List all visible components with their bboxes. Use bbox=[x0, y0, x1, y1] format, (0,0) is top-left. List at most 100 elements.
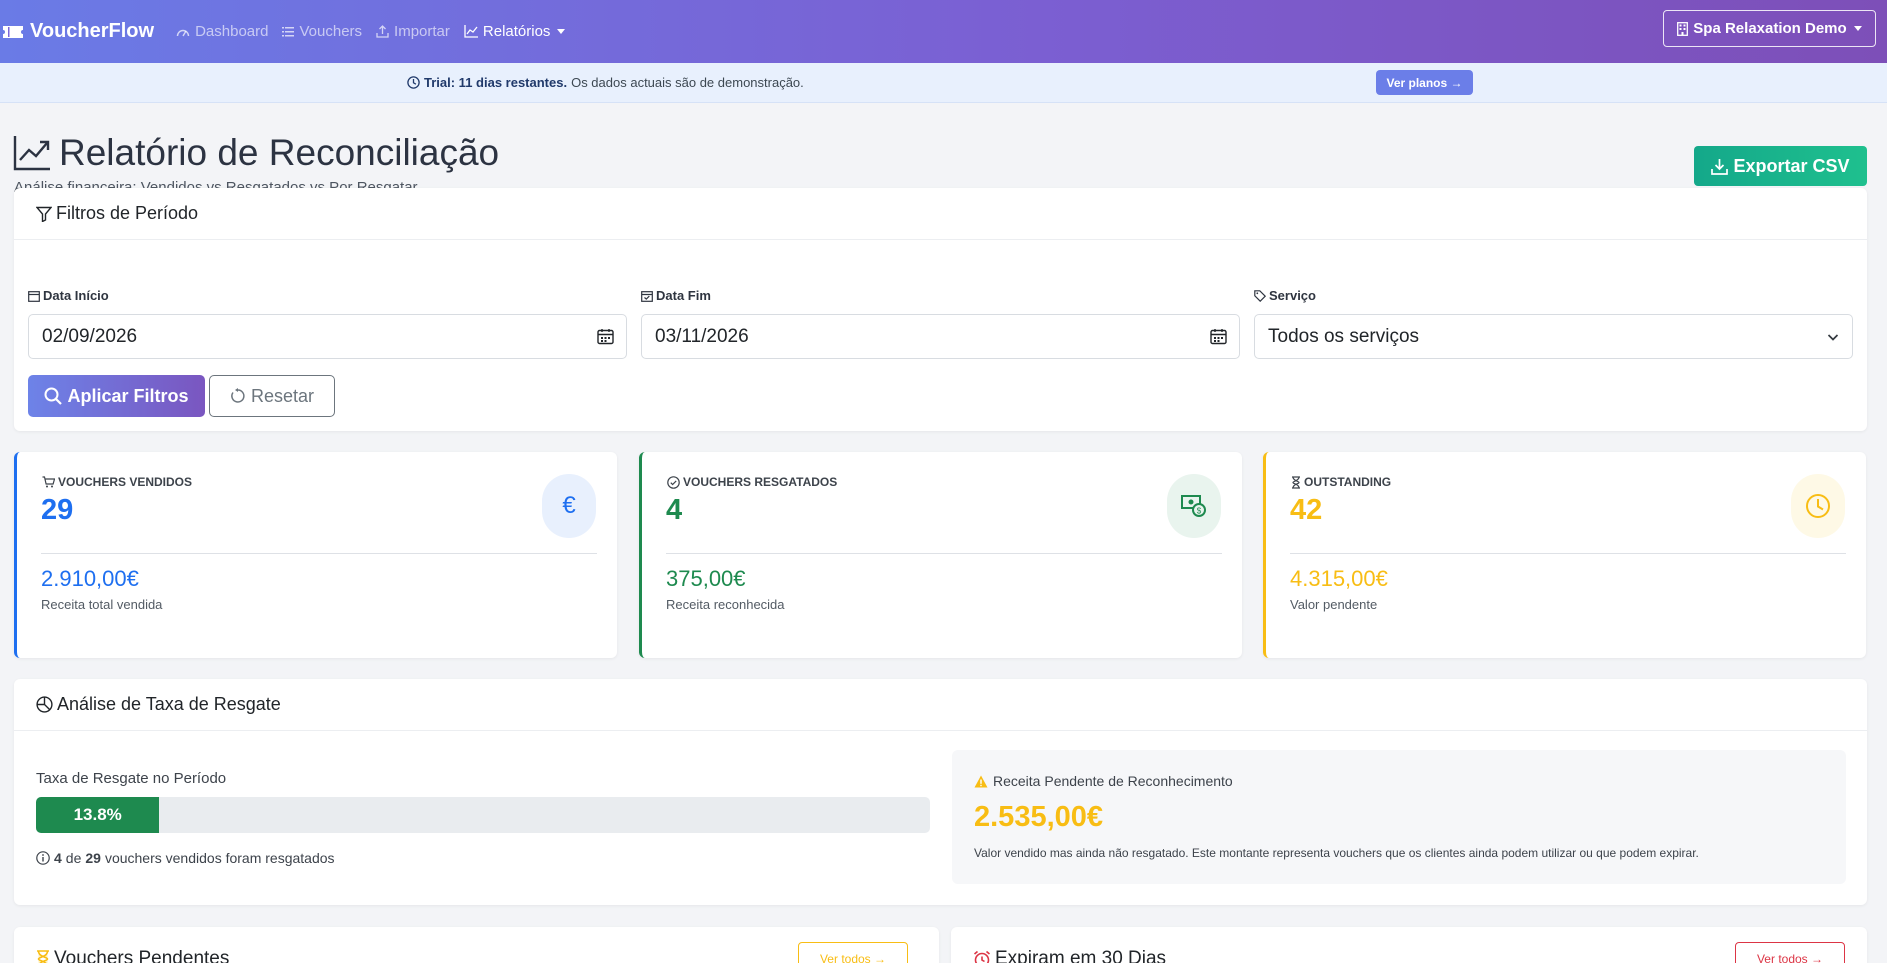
euro-icon-badge: € bbox=[542, 474, 596, 538]
nav-vouchers[interactable]: Vouchers bbox=[282, 23, 362, 40]
pending-vouchers-title-text: Vouchers Pendentes bbox=[54, 948, 230, 963]
stat-redeemed-label: VOUCHERS RESGATADOS bbox=[667, 475, 837, 489]
stat-redeemed-count: 4 bbox=[666, 494, 683, 526]
filters-card: Filtros de Período Data Início 02/09/202… bbox=[14, 188, 1867, 431]
export-csv-button[interactable]: Exportar CSV bbox=[1694, 146, 1867, 186]
start-date-value: 02/09/2026 bbox=[42, 325, 138, 347]
divider bbox=[666, 553, 1222, 554]
euro-icon: € bbox=[562, 492, 576, 519]
nav-relatorios[interactable]: Relatórios bbox=[464, 23, 566, 40]
cash-icon-badge: $ bbox=[1167, 474, 1221, 538]
stat-redeemed-label-text: VOUCHERS RESGATADOS bbox=[683, 475, 838, 489]
brand[interactable]: VoucherFlow bbox=[2, 20, 154, 43]
start-date-label-text: Data Início bbox=[43, 288, 109, 303]
pending-title-text: Receita Pendente de Reconhecimento bbox=[993, 773, 1233, 789]
calendar-check-icon bbox=[641, 290, 653, 302]
stat-card-redeemed: VOUCHERS RESGATADOS 4 $ 375,00€ Receita … bbox=[639, 452, 1242, 658]
view-plans-button[interactable]: Ver planos → bbox=[1376, 70, 1473, 95]
warning-icon bbox=[974, 775, 988, 787]
calendar-icon[interactable] bbox=[597, 328, 614, 345]
apply-filters-label: Aplicar Filtros bbox=[67, 385, 189, 406]
graph-icon bbox=[464, 25, 478, 38]
end-date-label-text: Data Fim bbox=[656, 288, 711, 303]
page-title: Relatório de Reconciliação bbox=[13, 132, 499, 174]
filters-title: Filtros de Período bbox=[56, 203, 199, 223]
pie-chart-icon bbox=[36, 696, 53, 713]
view-all-expiring-button[interactable]: Ver todos → bbox=[1735, 942, 1845, 963]
pending-vouchers-title: Vouchers Pendentes bbox=[36, 948, 229, 963]
note-mid: de bbox=[65, 850, 82, 866]
end-date-input[interactable]: 03/11/2026 bbox=[641, 314, 1240, 359]
progress-label: Taxa de Resgate no Período bbox=[36, 770, 227, 787]
trial-message: Os dados actuais são de demonstração. bbox=[571, 75, 804, 90]
clock-icon bbox=[1806, 494, 1830, 518]
brand-name: VoucherFlow bbox=[30, 20, 155, 42]
svg-text:$: $ bbox=[1197, 507, 1202, 516]
check-circle-icon bbox=[667, 475, 680, 489]
chevron-down-icon bbox=[1827, 334, 1839, 341]
stat-sold-sub: Receita total vendida bbox=[41, 597, 163, 612]
expiring-title: Expiram em 30 Dias bbox=[973, 948, 1166, 963]
apply-filters-button[interactable]: Aplicar Filtros bbox=[28, 375, 205, 417]
pending-title: Receita Pendente de Reconhecimento bbox=[974, 773, 1233, 789]
navbar: VoucherFlow Dashboard Vouchers Importar … bbox=[0, 0, 1887, 63]
analysis-title: Análise de Taxa de Resgate bbox=[57, 694, 281, 714]
hourglass-icon bbox=[37, 950, 49, 963]
nav-dashboard[interactable]: Dashboard bbox=[176, 23, 268, 40]
nav-importar[interactable]: Importar bbox=[376, 23, 450, 40]
funnel-icon bbox=[36, 206, 52, 222]
calendar-icon bbox=[28, 290, 40, 302]
stat-outstanding-amount: 4.315,00€ bbox=[1290, 566, 1388, 591]
calendar-icon[interactable] bbox=[1210, 328, 1227, 345]
org-switcher-button[interactable]: Spa Relaxation Demo bbox=[1663, 10, 1876, 47]
export-csv-label: Exportar CSV bbox=[1733, 155, 1850, 176]
stat-outstanding-sub: Valor pendente bbox=[1290, 597, 1378, 612]
stat-sold-count: 29 bbox=[41, 494, 74, 526]
graph-up-icon bbox=[13, 136, 50, 171]
cart-icon bbox=[42, 476, 55, 488]
divider bbox=[41, 553, 597, 554]
service-label: Serviço bbox=[1254, 288, 1316, 303]
stat-card-sold: VOUCHERS VENDIDOS 29 € 2.910,00€ Receita… bbox=[14, 452, 617, 658]
upload-icon bbox=[376, 25, 389, 38]
stat-sold-label: VOUCHERS VENDIDOS bbox=[42, 475, 192, 489]
sold-count: 29 bbox=[85, 850, 101, 866]
list-icon bbox=[282, 27, 295, 37]
note-end: vouchers vendidos foram resgatados bbox=[104, 850, 335, 866]
filters-header: Filtros de Período bbox=[14, 188, 1867, 240]
end-date-value: 03/11/2026 bbox=[655, 325, 749, 347]
stat-card-outstanding: OUTSTANDING 42 4.315,00€ Valor pendente bbox=[1263, 452, 1866, 658]
hourglass-icon bbox=[1292, 475, 1300, 489]
pending-revenue-box: Receita Pendente de Reconhecimento 2.535… bbox=[952, 750, 1846, 884]
info-circle-icon bbox=[36, 851, 50, 865]
reset-filters-button[interactable]: Resetar bbox=[209, 375, 335, 417]
stat-outstanding-label: OUTSTANDING bbox=[1291, 475, 1391, 489]
expiring-title-text: Expiram em 30 Dias bbox=[995, 948, 1167, 963]
trial-days: Trial: 11 dias restantes. bbox=[424, 75, 568, 90]
download-icon bbox=[1711, 158, 1729, 175]
nav-relatorios-label: Relatórios bbox=[482, 23, 551, 40]
progress-note: 4 de 29 vouchers vendidos foram resgatad… bbox=[36, 850, 335, 866]
reset-filters-label: Resetar bbox=[250, 385, 315, 406]
redeemed-count: 4 bbox=[54, 850, 62, 866]
alarm-icon bbox=[973, 950, 991, 963]
org-name: Spa Relaxation Demo bbox=[1693, 20, 1847, 37]
clock-icon-badge bbox=[1791, 474, 1845, 538]
clock-icon bbox=[407, 76, 420, 89]
nav-vouchers-label: Vouchers bbox=[299, 23, 363, 40]
end-date-label: Data Fim bbox=[641, 288, 711, 303]
stat-redeemed-sub: Receita reconhecida bbox=[666, 597, 785, 612]
view-all-pending-button[interactable]: Ver todos → bbox=[798, 942, 908, 963]
service-label-text: Serviço bbox=[1269, 288, 1316, 303]
search-icon bbox=[44, 387, 63, 405]
caret-down-icon bbox=[557, 29, 566, 34]
stat-outstanding-label-text: OUTSTANDING bbox=[1304, 475, 1392, 489]
start-date-input[interactable]: 02/09/2026 bbox=[28, 314, 627, 359]
trial-text: Trial: 11 dias restantes. Os dados actua… bbox=[407, 75, 804, 90]
page-title-text: Relatório de Reconciliação bbox=[59, 132, 500, 173]
nav-importar-label: Importar bbox=[394, 23, 450, 40]
service-select[interactable]: Todos os serviços bbox=[1254, 314, 1853, 359]
service-select-value: Todos os serviços bbox=[1268, 325, 1420, 347]
nav-dashboard-label: Dashboard bbox=[195, 23, 269, 40]
redemption-analysis-card: Análise de Taxa de Resgate Taxa de Resga… bbox=[14, 679, 1867, 905]
